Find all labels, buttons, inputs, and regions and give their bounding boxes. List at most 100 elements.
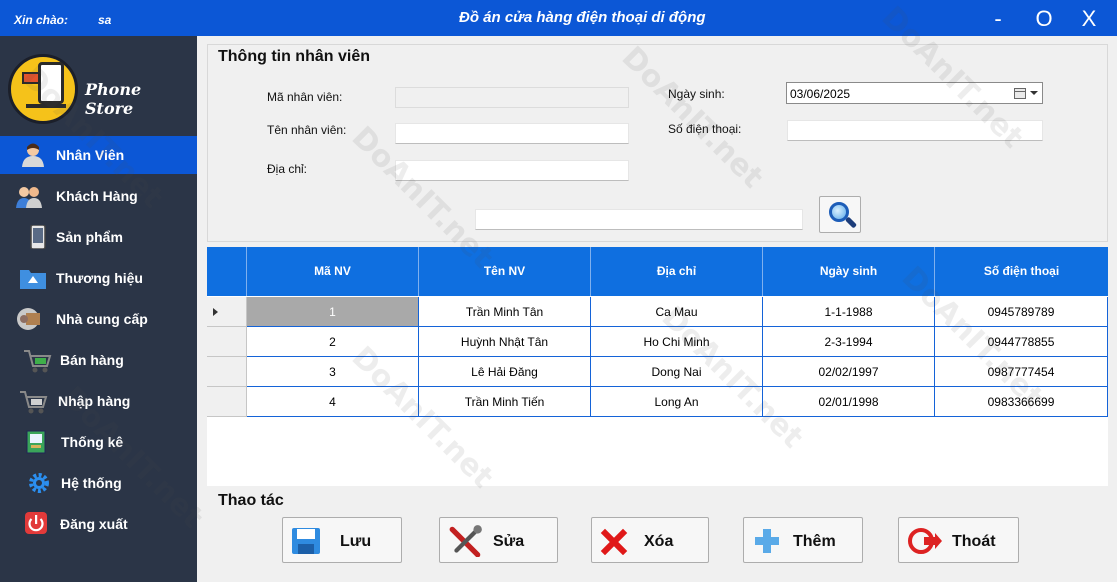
table-cell[interactable]: Trần Minh Tiến — [419, 387, 591, 417]
delete-button[interactable]: Xóa — [591, 517, 709, 563]
sidebar-item-ban-hang[interactable]: Bán hàng — [0, 341, 197, 379]
table-cell[interactable]: 02/01/1998 — [763, 387, 935, 417]
sidebar-item-label: Nhập hàng — [58, 393, 131, 409]
column-header-ngay-sinh[interactable]: Ngày sinh — [763, 247, 935, 296]
phone-number-label: Số điện thoại: — [668, 122, 742, 136]
power-icon — [25, 512, 47, 534]
table-row[interactable]: 1 Trần Minh Tân Ca Mau 1-1-1988 09457897… — [207, 297, 1108, 327]
exit-button[interactable]: Thoát — [898, 517, 1019, 563]
sidebar-item-label: Thương hiệu — [56, 270, 143, 286]
current-row-arrow-icon — [213, 308, 218, 316]
table-cell[interactable]: 4 — [247, 387, 419, 417]
sidebar-item-dang-xuat[interactable]: Đăng xuất — [0, 505, 197, 543]
phone-number-field[interactable] — [787, 120, 1043, 141]
add-button[interactable]: Thêm — [743, 517, 863, 563]
table-header: Mã NV Tên NV Địa chỉ Ngày sinh Số điện t… — [207, 247, 1108, 296]
table-cell[interactable]: 0945789789 — [935, 297, 1108, 327]
row-header[interactable] — [207, 387, 247, 417]
search-button[interactable] — [819, 196, 861, 233]
table-cell[interactable]: 0944778855 — [935, 327, 1108, 357]
save-button-label: Lưu — [340, 533, 372, 550]
sidebar-item-thong-ke[interactable]: Thống kê — [0, 423, 197, 461]
sidebar: Phone Store Nhân Viên Khách Hàng Sản phẩ… — [0, 36, 197, 582]
column-header-dia-chi[interactable]: Địa chỉ — [591, 247, 763, 296]
edit-button[interactable]: Sửa — [439, 517, 558, 563]
row-header[interactable] — [207, 297, 247, 327]
logo-text: Phone Store — [85, 80, 142, 118]
maximize-button[interactable]: O — [1029, 6, 1059, 32]
table-cell[interactable]: Huỳnh Nhật Tân — [419, 327, 591, 357]
greeting-label: Xin chào: — [14, 13, 69, 27]
sidebar-item-he-thong[interactable]: Hệ thống — [0, 464, 197, 502]
address-field[interactable] — [395, 160, 629, 181]
table-cell[interactable]: 1 — [247, 297, 419, 327]
sidebar-item-nhan-vien[interactable]: Nhân Viên — [0, 136, 197, 174]
column-header-ma-nv[interactable]: Mã NV — [247, 247, 419, 296]
employee-id-label: Mã nhân viên: — [267, 90, 343, 104]
birth-date-value: 03/06/2025 — [790, 87, 851, 101]
actions-title: Thao tác — [218, 492, 284, 509]
chevron-down-icon[interactable] — [1030, 91, 1038, 95]
sidebar-item-san-pham[interactable]: Sản phẩm — [0, 218, 197, 256]
sidebar-item-label: Nhà cung cấp — [56, 311, 148, 327]
table-cell[interactable]: Ca Mau — [591, 297, 763, 327]
employee-table: Mã NV Tên NV Địa chỉ Ngày sinh Số điện t… — [207, 247, 1108, 486]
sidebar-item-khach-hang[interactable]: Khách Hàng — [0, 177, 197, 215]
sidebar-item-label: Nhân Viên — [56, 147, 125, 163]
search-icon-handle — [844, 216, 858, 229]
employee-name-field[interactable] — [395, 123, 629, 144]
close-button[interactable]: X — [1074, 6, 1104, 32]
sidebar-item-label: Đăng xuất — [60, 516, 128, 532]
table-cell[interactable]: Lê Hải Đăng — [419, 357, 591, 387]
table-row[interactable]: 4 Trần Minh Tiến Long An 02/01/1998 0983… — [207, 387, 1108, 417]
phone-icon — [30, 225, 46, 249]
table-cell[interactable]: 2-3-1994 — [763, 327, 935, 357]
window-title: Đồ án cửa hàng điện thoại di động — [459, 9, 706, 26]
table-cell[interactable]: Dong Nai — [591, 357, 763, 387]
table-cell[interactable]: 3 — [247, 357, 419, 387]
import-cart-icon — [20, 391, 48, 414]
sidebar-item-label: Thống kê — [61, 434, 124, 450]
table-cell[interactable]: Ho Chi Minh — [591, 327, 763, 357]
sidebar-item-label: Sản phẩm — [56, 229, 123, 245]
edit-button-label: Sửa — [493, 533, 525, 550]
table-cell[interactable]: Trần Minh Tân — [419, 297, 591, 327]
save-button[interactable]: Lưu — [282, 517, 402, 563]
birth-date-picker[interactable]: 03/06/2025 — [786, 82, 1043, 104]
folder-icon — [20, 270, 46, 289]
table-cell[interactable]: 2 — [247, 327, 419, 357]
table-cell[interactable]: 02/02/1997 — [763, 357, 935, 387]
person-icon — [22, 143, 44, 167]
search-input[interactable] — [475, 209, 803, 230]
birth-date-label: Ngày sinh: — [668, 87, 725, 101]
calendar-icon[interactable] — [1014, 88, 1026, 99]
table-cell[interactable]: 0987777454 — [935, 357, 1108, 387]
row-header[interactable] — [207, 327, 247, 357]
minimize-button[interactable]: - — [983, 6, 1013, 32]
table-row[interactable]: 3 Lê Hải Đăng Dong Nai 02/02/1997 098777… — [207, 357, 1108, 387]
cart-icon — [24, 350, 52, 373]
add-icon — [755, 529, 779, 553]
employee-name-label: Tên nhân viên: — [267, 123, 347, 137]
username-label: sa — [98, 13, 112, 27]
logo-phone-icon — [38, 62, 64, 104]
book-icon — [26, 430, 46, 454]
sidebar-item-label: Bán hàng — [60, 352, 124, 368]
table-cell[interactable]: 0983366699 — [935, 387, 1108, 417]
table-row[interactable]: 2 Huỳnh Nhật Tân Ho Chi Minh 2-3-1994 09… — [207, 327, 1108, 357]
address-label: Địa chỉ: — [267, 162, 308, 176]
sidebar-item-label: Hệ thống — [61, 475, 122, 491]
column-header-so-dien-thoai[interactable]: Số điện thoại — [935, 247, 1108, 296]
column-header-ten-nv[interactable]: Tên NV — [419, 247, 591, 296]
row-header-corner — [207, 247, 247, 296]
logo-stand — [26, 104, 66, 108]
sidebar-item-nhap-hang[interactable]: Nhập hàng — [0, 382, 197, 420]
delete-button-label: Xóa — [644, 533, 674, 550]
row-header[interactable] — [207, 357, 247, 387]
sidebar-item-thuong-hieu[interactable]: Thương hiệu — [0, 259, 197, 297]
employee-id-field[interactable] — [395, 87, 629, 108]
sidebar-item-label: Khách Hàng — [56, 188, 138, 204]
table-cell[interactable]: 1-1-1988 — [763, 297, 935, 327]
sidebar-item-nha-cung-cap[interactable]: Nhà cung cấp — [0, 300, 197, 338]
table-cell[interactable]: Long An — [591, 387, 763, 417]
